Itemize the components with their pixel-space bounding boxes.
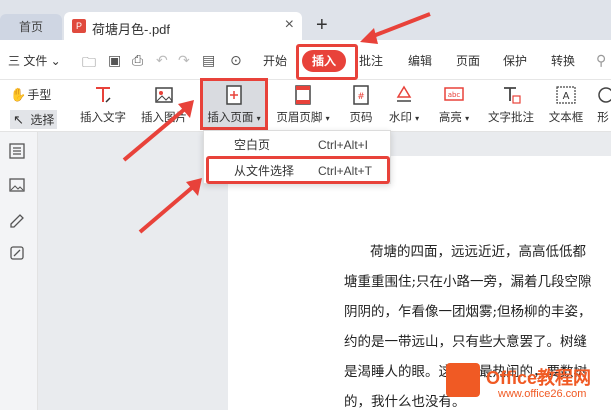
text-box-icon: A <box>556 86 576 104</box>
document-line: 塘重重围住;只在小路一旁，漏着几段空隙 <box>344 274 592 290</box>
tab-bar: 首页 P 荷塘月色-.pdf × + <box>0 0 611 40</box>
highlight-tool[interactable]: abc 高亮 ▾ <box>436 84 472 125</box>
svg-text:abc: abc <box>448 91 461 99</box>
open-folder-icon[interactable]: 🗀 <box>82 52 96 76</box>
menu-tab-edit[interactable]: 编辑 <box>408 52 432 69</box>
hand-tool[interactable]: ✋ 手型 <box>10 86 51 103</box>
insert-page-tool[interactable]: 插入页面 ▾ <box>203 84 265 125</box>
chevron-down-icon: ▾ <box>415 114 420 123</box>
image-icon <box>155 87 173 103</box>
new-tab-button[interactable]: + <box>316 14 328 37</box>
highlight-from-file <box>206 156 390 184</box>
redo-icon[interactable]: ↷ <box>178 52 190 69</box>
pdf-file-icon: P <box>72 19 86 33</box>
print-icon[interactable]: ⎙ <box>132 52 143 69</box>
watermark-brand: Office教程网 <box>486 368 592 388</box>
chevron-down-icon: ▾ <box>256 114 261 123</box>
document-line: 阴阴的，乍看像一团烟雾;但杨柳的丰姿， <box>344 304 592 320</box>
text-comment-icon <box>504 87 521 104</box>
cursor-icon: ↖ <box>13 112 24 127</box>
chevron-down-icon: ▾ <box>325 114 330 123</box>
text-pen-icon <box>96 87 111 103</box>
menu-tab-comment[interactable]: 批注 <box>359 52 383 69</box>
select-tool[interactable]: ↖ 选择 <box>10 110 58 129</box>
signature-icon[interactable] <box>8 210 26 228</box>
tab-document[interactable]: P 荷塘月色-.pdf × <box>64 12 302 40</box>
outline-icon[interactable] <box>8 142 26 160</box>
insert-image-tool[interactable]: 插入图片 <box>137 84 191 125</box>
text-box-tool[interactable]: A 文本框 <box>546 84 586 125</box>
attachment-icon[interactable] <box>8 244 26 262</box>
document-line: 荷塘的四面，远远近近，高高低低都 <box>370 244 586 260</box>
insert-text-tool[interactable]: 插入文字 <box>77 84 129 125</box>
close-tab-button[interactable]: × <box>285 16 294 34</box>
document-line: 约的是一带远山，只有些大意罢了。树缝 <box>344 334 587 350</box>
hand-icon: ✋ <box>10 87 27 102</box>
header-footer-icon <box>295 85 311 105</box>
tab-document-title: 荷塘月色-.pdf <box>92 22 171 37</box>
menu-tab-page[interactable]: 页面 <box>456 52 480 69</box>
header-footer-tool[interactable]: 页眉页脚 ▾ <box>275 84 331 125</box>
shape-tool[interactable]: 形 <box>595 84 611 125</box>
highlight-icon: abc <box>444 87 464 101</box>
file-menu[interactable]: 三 文件 ⌄ <box>8 52 61 69</box>
watermark-site: www.office26.com <box>498 388 587 400</box>
menu-tab-start[interactable]: 开始 <box>263 52 287 69</box>
search-icon[interactable]: ⚲ <box>596 52 606 69</box>
svg-text:A: A <box>563 91 570 102</box>
watermark-tool[interactable]: 水印 ▾ <box>384 84 424 125</box>
save-icon[interactable]: ▣ <box>108 52 121 69</box>
export-icon[interactable]: ▤ <box>202 52 215 69</box>
text-comment-tool[interactable]: 文字批注 <box>485 84 537 125</box>
shape-icon <box>598 87 611 103</box>
tab-home[interactable]: 首页 <box>0 14 62 40</box>
menu-item-blank-page[interactable]: 空白页 Ctrl+Alt+I <box>204 133 392 157</box>
highlight-insert-tab <box>296 44 358 80</box>
page-number-icon: # <box>353 85 369 105</box>
add-page-icon <box>226 85 242 105</box>
more-icon[interactable]: ⊙ <box>230 52 242 69</box>
office-logo <box>446 363 480 397</box>
left-sidebar <box>0 132 38 410</box>
thumbnail-icon[interactable] <box>8 176 26 194</box>
watermark-icon <box>396 85 412 102</box>
menu-tab-convert[interactable]: 转换 <box>551 52 575 69</box>
chevron-down-icon: ▾ <box>465 114 470 123</box>
page-number-tool[interactable]: # 页码 <box>344 84 378 125</box>
undo-icon[interactable]: ↶ <box>156 52 168 69</box>
svg-text:#: # <box>357 92 365 102</box>
menu-tab-protect[interactable]: 保护 <box>503 52 527 69</box>
